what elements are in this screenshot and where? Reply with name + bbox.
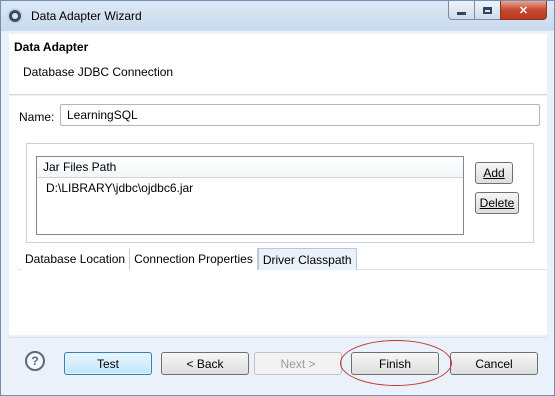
finish-button[interactable]: Finish	[351, 352, 439, 375]
minimize-button[interactable]	[448, 1, 475, 20]
eclipse-app-icon	[7, 8, 23, 24]
back-button-label: < Back	[186, 356, 224, 371]
wizard-window: Data Adapter Wizard ✕ Data Adapter Datab…	[0, 0, 555, 396]
jar-files-table[interactable]: Jar Files Path D:\LIBRARY\jdbc\ojdbc6.ja…	[36, 156, 464, 235]
add-button-label: Add	[483, 166, 505, 180]
window-title: Data Adapter Wizard	[31, 9, 142, 23]
name-label: Name:	[19, 110, 55, 124]
footer-divider	[9, 337, 547, 338]
test-button[interactable]: Test	[64, 352, 152, 375]
next-button-label: Next >	[280, 356, 316, 371]
cancel-button[interactable]: Cancel	[450, 352, 538, 375]
content-panel: Name: Jar Files Path D:\LIBRARY\jdbc\ojd…	[9, 96, 547, 335]
close-icon: ✕	[518, 4, 529, 17]
test-button-label: Test	[96, 356, 119, 371]
maximize-icon	[483, 6, 492, 14]
back-button[interactable]: < Back	[161, 352, 249, 375]
title-bar[interactable]: Data Adapter Wizard ✕	[1, 1, 554, 31]
table-row[interactable]: D:\LIBRARY\jdbc\ojdbc6.jar	[37, 178, 463, 198]
tab-database-location[interactable]: Database Location	[21, 248, 131, 270]
tab-connection-properties[interactable]: Connection Properties	[130, 248, 258, 270]
wizard-header: Data Adapter Database JDBC Connection	[9, 34, 547, 95]
page-title: Data Adapter	[14, 40, 89, 54]
help-button[interactable]: ?	[25, 351, 45, 371]
maximize-button[interactable]	[474, 1, 501, 20]
finish-button-label: Finish	[378, 356, 411, 371]
close-button[interactable]: ✕	[500, 1, 547, 20]
next-button[interactable]: Next >	[254, 352, 342, 375]
name-field[interactable]	[60, 104, 540, 126]
delete-button-label: Delete	[479, 196, 515, 210]
add-button[interactable]: Add	[475, 162, 513, 184]
tab-driver-classpath[interactable]: Driver Classpath	[257, 248, 357, 270]
page-subtitle: Database JDBC Connection	[23, 65, 174, 79]
tab-bar: Database Location Connection Properties …	[21, 248, 357, 270]
cancel-button-label: Cancel	[475, 356, 513, 371]
delete-button[interactable]: Delete	[475, 192, 519, 214]
jar-files-column-header[interactable]: Jar Files Path	[37, 157, 463, 178]
help-icon: ?	[31, 354, 39, 368]
minimize-icon	[457, 11, 466, 15]
